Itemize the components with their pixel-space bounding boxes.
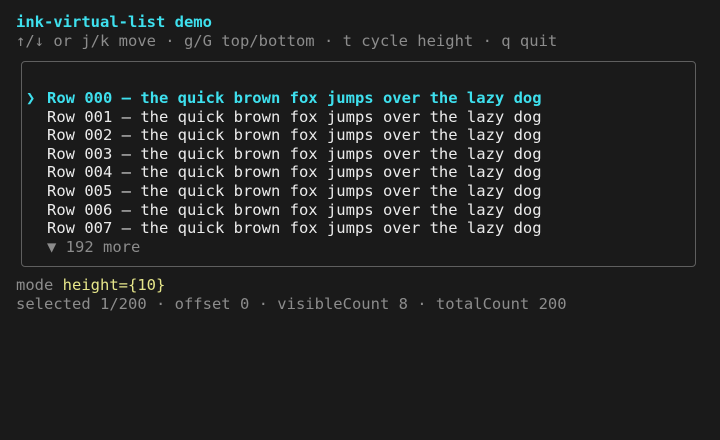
list-item-label: Row 000 — the quick brown fox jumps over…: [47, 89, 542, 107]
app-title: ink-virtual-list demo: [16, 13, 212, 31]
terminal-window: ink-virtual-list demo ↑/↓ or j/k move · …: [0, 0, 720, 440]
more-items-indicator: ▼ 192 more: [47, 237, 141, 256]
list-item[interactable]: Row 002 — the quick brown fox jumps over…: [26, 126, 542, 145]
list-item-label: Row 005 — the quick brown fox jumps over…: [47, 181, 542, 200]
list-item[interactable]: Row 005 — the quick brown fox jumps over…: [26, 182, 542, 201]
list-item[interactable]: ❯ Row 000 — the quick brown fox jumps ove…: [26, 89, 542, 108]
list-item-label: Row 003 — the quick brown fox jumps over…: [47, 144, 542, 163]
list-item-label: Row 007 — the quick brown fox jumps over…: [47, 219, 542, 238]
list-item-label: Row 002 — the quick brown fox jumps over…: [47, 126, 542, 145]
list-item[interactable]: Row 004 — the quick brown fox jumps over…: [26, 163, 542, 182]
list-item[interactable]: Row 003 — the quick brown fox jumps over…: [26, 145, 542, 164]
list-item-label: Row 001 — the quick brown fox jumps over…: [47, 107, 542, 126]
list-item[interactable]: Row 007 — the quick brown fox jumps over…: [26, 219, 542, 238]
list-item-label: Row 004 — the quick brown fox jumps over…: [47, 163, 542, 182]
selection-cursor-icon: ❯: [26, 89, 36, 107]
list-item[interactable]: Row 001 — the quick brown fox jumps over…: [26, 108, 542, 127]
list-item[interactable]: Row 006 — the quick brown fox jumps over…: [26, 201, 542, 220]
virtual-list[interactable]: ❯ Row 000 — the quick brown fox jumps ove…: [26, 89, 542, 256]
mode-value: height={10}: [62, 276, 166, 294]
mode-line: mode height={10}: [16, 276, 165, 295]
mode-label: mode: [16, 276, 54, 294]
list-item-label: Row 006 — the quick brown fox jumps over…: [47, 200, 542, 219]
keybinding-help: ↑/↓ or j/k move · g/G top/bottom · t cyc…: [16, 32, 558, 50]
status-line: selected 1/200 · offset 0 · visibleCount…: [16, 295, 567, 313]
